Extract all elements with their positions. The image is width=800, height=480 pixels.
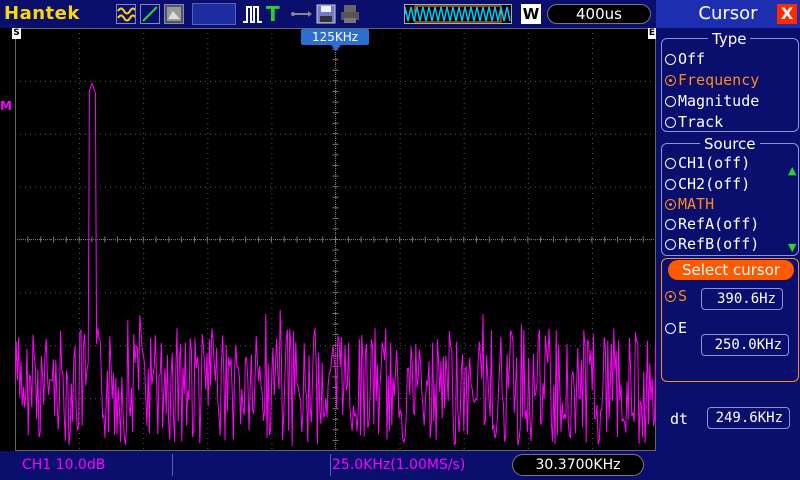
- trigger-position-label: 125KHz: [301, 29, 369, 45]
- waveform-mode-w[interactable]: W: [521, 4, 541, 24]
- radio-icon: [665, 54, 676, 65]
- pulse-icon[interactable]: [242, 4, 262, 24]
- option-label: Magnitude: [678, 92, 760, 110]
- e-cursor-value[interactable]: 250.0KHz: [701, 334, 789, 356]
- trigger-position-pointer: [331, 45, 341, 51]
- dt-label: dt: [670, 410, 689, 428]
- radio-selected-icon: [665, 199, 676, 210]
- s-cursor-value[interactable]: 390.6Hz: [701, 288, 783, 310]
- select-cursor-e[interactable]: E: [665, 319, 687, 337]
- frequency-readout: 30.3700KHz: [512, 454, 644, 476]
- math-channel-marker[interactable]: M: [0, 99, 14, 113]
- ch1-scale-status: CH1 10.0dB: [22, 457, 106, 473]
- source-option-math[interactable]: MATH: [665, 195, 714, 213]
- select-cursor-s[interactable]: S: [665, 287, 687, 305]
- radio-selected-icon: [665, 291, 676, 302]
- option-label: E: [678, 319, 688, 337]
- save-icon[interactable]: [316, 4, 336, 24]
- status-divider: [330, 454, 331, 476]
- usb-icon[interactable]: [290, 6, 312, 22]
- print-icon[interactable]: [340, 4, 360, 24]
- wave-icon[interactable]: [116, 4, 137, 24]
- radio-icon: [665, 117, 676, 128]
- radio-icon: [665, 219, 676, 230]
- type-option-frequency[interactable]: Frequency: [665, 71, 759, 89]
- radio-icon: [665, 158, 676, 169]
- radio-icon: [665, 96, 676, 107]
- status-divider: [172, 454, 173, 476]
- trigger-slope-icon[interactable]: [140, 4, 160, 24]
- source-option-refa[interactable]: RefA(off): [665, 215, 759, 233]
- start-cursor-marker[interactable]: S: [12, 28, 21, 39]
- sample-rate-status: 25.0KHz(1.00MS/s): [332, 457, 466, 473]
- option-label: S: [678, 287, 688, 305]
- grayscale-icon[interactable]: [164, 4, 184, 24]
- timebase-readout: 400us: [547, 4, 651, 24]
- close-button[interactable]: X: [777, 4, 797, 24]
- option-label: Frequency: [678, 71, 760, 89]
- option-label: RefB(off): [678, 235, 760, 253]
- trigger-t-icon[interactable]: T: [266, 2, 286, 26]
- radio-icon: [665, 179, 676, 190]
- end-cursor-marker[interactable]: E: [648, 28, 656, 39]
- type-option-track[interactable]: Track: [665, 113, 723, 131]
- scroll-up-icon[interactable]: ▲: [788, 164, 796, 177]
- type-option-magnitude[interactable]: Magnitude: [665, 92, 759, 110]
- radio-icon: [665, 323, 676, 334]
- radio-icon: [665, 239, 676, 250]
- select-cursor-title: Select cursor: [668, 260, 794, 280]
- option-label: CH1(off): [678, 154, 751, 172]
- source-option-ch2[interactable]: CH2(off): [665, 175, 750, 193]
- memory-icon[interactable]: [192, 3, 236, 25]
- radio-selected-icon: [665, 75, 676, 86]
- hantek-logo: Hantek: [4, 3, 80, 24]
- scroll-down-icon[interactable]: ▼: [788, 241, 796, 254]
- scope-display: [15, 28, 656, 451]
- option-label: RefA(off): [678, 215, 760, 233]
- memory-wave-preview: [404, 4, 512, 24]
- option-label: Off: [678, 50, 706, 68]
- source-option-refb[interactable]: RefB(off): [665, 235, 759, 253]
- graticule: [15, 28, 656, 451]
- option-label: MATH: [678, 195, 715, 213]
- dt-value: 249.6KHz: [707, 407, 790, 429]
- source-group-title: Source: [700, 135, 760, 153]
- option-label: CH2(off): [678, 175, 751, 193]
- option-label: Track: [678, 113, 724, 131]
- type-option-off[interactable]: Off: [665, 50, 705, 68]
- source-option-ch1[interactable]: CH1(off): [665, 154, 750, 172]
- type-group-title: Type: [708, 30, 751, 48]
